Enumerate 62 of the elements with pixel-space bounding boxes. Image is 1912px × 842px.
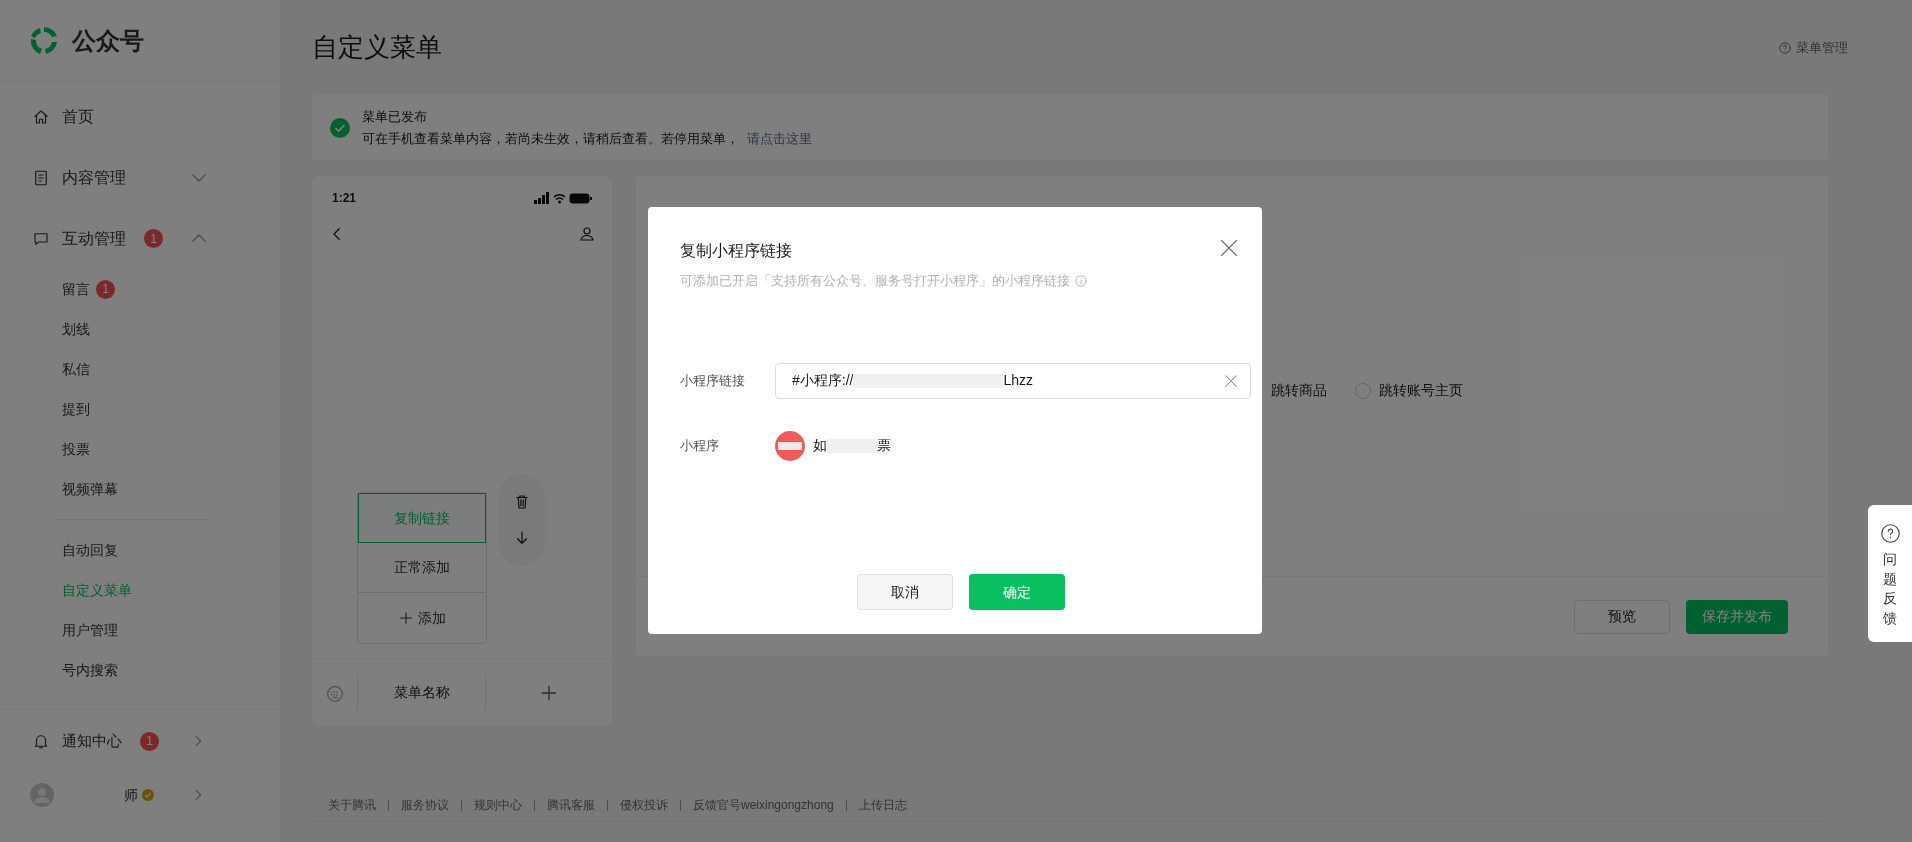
footer-link[interactable]: 侵权投诉 [620, 796, 668, 814]
logo-text: 公众号 [72, 25, 144, 56]
cancel-button[interactable]: 取消 [857, 574, 953, 610]
trash-icon[interactable] [513, 493, 531, 511]
add-submenu-button[interactable]: 添加 [358, 593, 486, 643]
nav-subitem[interactable]: 划线 [0, 309, 280, 349]
nav-item[interactable]: 内容管理 [0, 147, 280, 208]
close-icon[interactable] [1218, 237, 1240, 259]
nav-item[interactable]: 首页 [0, 86, 280, 147]
app-name-start: 如 [813, 436, 827, 455]
count-badge: 1 [144, 229, 163, 248]
plus-icon [398, 610, 414, 626]
logo-icon [28, 24, 60, 57]
nav-subitem[interactable]: 私信 [0, 349, 280, 389]
radio-option[interactable]: 跳转商品 [1271, 380, 1327, 401]
footer-link[interactable]: 服务协议 [401, 796, 449, 814]
menu-name[interactable]: 菜单名称 [358, 682, 485, 703]
feedback-label: 问题反馈 [1883, 550, 1897, 628]
preview-button[interactable]: 预览 [1574, 599, 1670, 634]
notice-text: 可在手机查看菜单内容，若尚未生效，请稍后查看。若停用菜单， [362, 130, 739, 148]
status-icons [534, 192, 592, 204]
footer-link[interactable]: 规则中心 [474, 796, 522, 814]
nav-subitem[interactable]: 号内搜索 [0, 650, 280, 690]
nav-subitem[interactable]: 视频弹幕 [0, 469, 280, 509]
document-icon [32, 168, 50, 187]
count-badge: 1 [140, 731, 159, 751]
nav-item[interactable]: 互动管理 1 [0, 208, 280, 269]
field-label: 小程序 [680, 436, 720, 455]
status-time: 1:21 [332, 190, 357, 207]
dialog-subtitle: 可添加已开启「支持所有公众号、服务号打开小程序」的小程序链接 [680, 272, 1070, 290]
footer-link[interactable]: 反馈官号weixingongzhong [693, 796, 834, 814]
footer-link[interactable]: 腾讯客服 [547, 796, 595, 814]
nav-subitem[interactable]: 投票 [0, 429, 280, 469]
page-title: 自定义菜单 [312, 31, 442, 64]
nav-subitem[interactable]: 自动回复 [0, 530, 280, 570]
nav-subitem[interactable]: 用户管理 [0, 610, 280, 650]
account-name: 师 [124, 785, 138, 805]
confirm-button[interactable]: 确定 [969, 574, 1065, 610]
info-icon [1074, 273, 1088, 288]
notice-link[interactable]: 请点击这里 [747, 129, 812, 149]
app-name-end: 票 [877, 436, 891, 455]
submenu-item[interactable]: 正常添加 [358, 543, 486, 593]
help-link[interactable]: 菜单管理 [1778, 37, 1848, 58]
dialog-title: 复制小程序链接 [680, 241, 793, 261]
nav-subitem[interactable]: 提到 [0, 389, 280, 429]
field-label: 小程序链接 [680, 371, 746, 390]
radio-option[interactable]: 跳转账号主页 [1355, 380, 1463, 401]
help-icon [1778, 40, 1792, 55]
check-circle-icon [330, 117, 350, 138]
count-badge: 1 [96, 279, 115, 299]
account-item[interactable]: 师 [0, 772, 280, 818]
notice-title: 菜单已发布 [362, 107, 428, 126]
feedback-widget[interactable]: 问题反馈 [1868, 505, 1912, 642]
link-input[interactable]: #小程序:// Lhzz [775, 362, 1251, 399]
footer-link[interactable]: 关于腾讯 [328, 796, 376, 814]
bell-icon [32, 732, 50, 750]
person-icon[interactable] [578, 225, 596, 243]
notification-item[interactable]: 通知中心 1 [0, 710, 280, 772]
help-icon [1879, 523, 1901, 544]
app-icon [775, 430, 805, 461]
avatar [30, 783, 54, 807]
nav-subitem[interactable]: 留言 1 [0, 269, 280, 309]
